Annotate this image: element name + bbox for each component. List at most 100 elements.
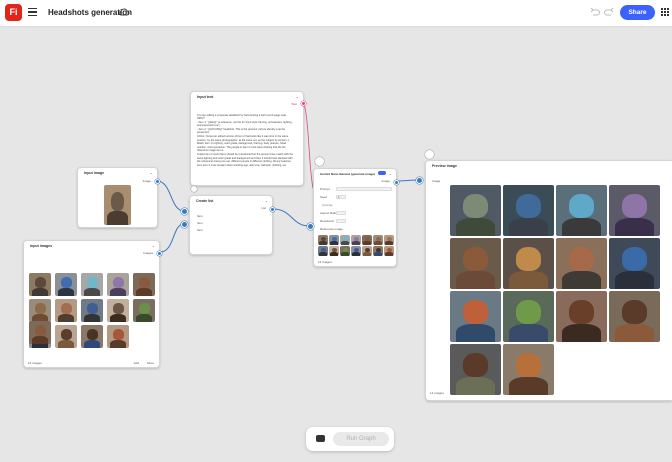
image-thumbnail[interactable]	[133, 273, 155, 296]
image-thumbnail[interactable]	[450, 291, 501, 342]
image-thumbnail[interactable]	[609, 238, 660, 289]
image-thumbnail[interactable]	[503, 291, 554, 342]
input-text-node[interactable]: Input text ⌄ Text You are editing a corp…	[190, 91, 306, 186]
image-thumbnail[interactable]	[340, 246, 350, 256]
image-thumbnail[interactable]	[318, 246, 328, 256]
node-title: Gemini Nano Banana (generate image)	[320, 172, 376, 176]
aspect-ratio-select[interactable]	[336, 211, 346, 215]
seed-value: 1	[338, 195, 340, 199]
image-thumbnail[interactable]	[609, 291, 660, 342]
image-thumbnail[interactable]	[556, 291, 607, 342]
image-thumbnail[interactable]	[318, 235, 328, 245]
settings-gear-icon[interactable]	[315, 157, 324, 166]
output-badge: Image	[381, 179, 390, 183]
image-thumbnail[interactable]	[55, 273, 77, 296]
image-thumbnail[interactable]	[81, 325, 103, 348]
image-thumbnail[interactable]	[503, 185, 554, 236]
image-thumbnail[interactable]	[556, 185, 607, 236]
output-port[interactable]	[301, 101, 306, 106]
image-thumbnail[interactable]	[133, 299, 155, 322]
toggle[interactable]	[378, 171, 386, 175]
more-button[interactable]: More	[147, 361, 154, 365]
prompt-field[interactable]	[336, 187, 392, 191]
image-thumbnail[interactable]	[329, 235, 339, 245]
image-thumbnail[interactable]	[55, 299, 77, 322]
node-title: Input images	[30, 244, 53, 248]
chevron-down-icon[interactable]: ⌄	[265, 198, 268, 203]
image-thumbnail[interactable]	[29, 273, 51, 296]
field-label-aspect-ratio: Aspect Ratio	[320, 211, 338, 215]
output-port[interactable]	[270, 207, 275, 212]
image-thumbnail[interactable]	[609, 185, 660, 236]
image-thumbnail[interactable]	[81, 299, 103, 322]
node-title: Preview image	[432, 164, 457, 168]
image-thumbnail[interactable]	[329, 246, 339, 256]
chevron-down-icon[interactable]: ⌄	[152, 243, 155, 248]
input-port[interactable]	[416, 177, 423, 184]
image-thumbnail[interactable]	[107, 273, 129, 296]
image-thumbnail[interactable]	[384, 235, 394, 245]
chevron-down-icon[interactable]: ⌄	[296, 94, 299, 99]
image-thumbnail[interactable]	[55, 325, 77, 348]
create-list-node[interactable]: Create list ⌄ List Item Item Item	[189, 195, 275, 255]
image-count: 14 images	[28, 361, 42, 365]
image-thumbnail[interactable]	[556, 238, 607, 289]
output-badge: Text	[291, 102, 297, 106]
input-port[interactable]	[181, 208, 188, 215]
node-title: Input text	[197, 95, 214, 99]
image-thumbnail[interactable]	[384, 246, 394, 256]
settings-gear-icon[interactable]	[191, 186, 197, 192]
run-icon[interactable]	[316, 435, 325, 442]
input-port[interactable]	[181, 221, 188, 228]
node-title: Create list	[196, 199, 214, 203]
list-item[interactable]: Item	[197, 221, 203, 225]
output-badge: List	[261, 206, 266, 210]
image-count: 14 images	[318, 260, 332, 264]
image-thumbnail[interactable]	[81, 273, 103, 296]
field-label-prompt: Prompt	[320, 187, 330, 191]
add-button[interactable]: Add	[134, 361, 139, 365]
input-images-node[interactable]: Input images ⌄ Images 14 images Add More	[23, 240, 162, 368]
image-count: 14 images	[430, 391, 444, 395]
input-image-thumbnail[interactable]	[104, 185, 131, 225]
field-label-seed: Seed	[320, 195, 328, 199]
prompt-text[interactable]: You are editing a corporate Headshot by …	[197, 114, 295, 167]
output-badge: Image	[142, 179, 151, 183]
run-graph-button[interactable]: Run Graph	[333, 432, 389, 446]
image-thumbnail[interactable]	[362, 235, 372, 245]
node-title: Input image	[84, 171, 105, 175]
image-thumbnail[interactable]	[29, 321, 51, 344]
image-thumbnail[interactable]	[503, 238, 554, 289]
image-thumbnail[interactable]	[373, 246, 383, 256]
image-thumbnail[interactable]	[450, 344, 501, 395]
chevron-down-icon[interactable]: ⌄	[150, 170, 153, 175]
image-thumbnail[interactable]	[351, 246, 361, 256]
image-thumbnail[interactable]	[340, 235, 350, 245]
list-item[interactable]: Item	[197, 228, 203, 232]
settings-gear-icon[interactable]	[425, 150, 434, 159]
image-thumbnail[interactable]	[107, 325, 129, 348]
list-item[interactable]: Item	[197, 214, 203, 218]
input-badge: Image	[432, 179, 441, 183]
resolution-select[interactable]	[336, 219, 346, 223]
image-thumbnail[interactable]	[450, 238, 501, 289]
image-thumbnail[interactable]	[362, 246, 372, 256]
input-port[interactable]	[307, 223, 314, 230]
upscale-toggle[interactable]: Upscale	[322, 203, 333, 207]
run-toolbar: Run Graph	[306, 427, 394, 451]
image-thumbnail[interactable]	[107, 299, 129, 322]
image-thumbnail[interactable]	[450, 185, 501, 236]
output-port[interactable]	[155, 179, 160, 184]
image-thumbnail[interactable]	[29, 299, 51, 322]
output-port[interactable]	[394, 180, 399, 185]
chevron-down-icon[interactable]: ⌄	[389, 171, 392, 176]
image-thumbnail[interactable]	[503, 344, 554, 395]
output-port[interactable]	[157, 251, 162, 256]
field-label-resolution: Resolution	[320, 219, 335, 223]
image-thumbnail[interactable]	[351, 235, 361, 245]
image-thumbnail[interactable]	[373, 235, 383, 245]
preview-image-node[interactable]: Preview image Image 14 images	[425, 160, 672, 401]
field-label-reference-image: Reference image	[320, 227, 343, 231]
input-image-node[interactable]: Input image ⌄ Image	[77, 167, 160, 228]
nano-banana-node[interactable]: Gemini Nano Banana (generate image) ⌄ Im…	[313, 168, 399, 267]
